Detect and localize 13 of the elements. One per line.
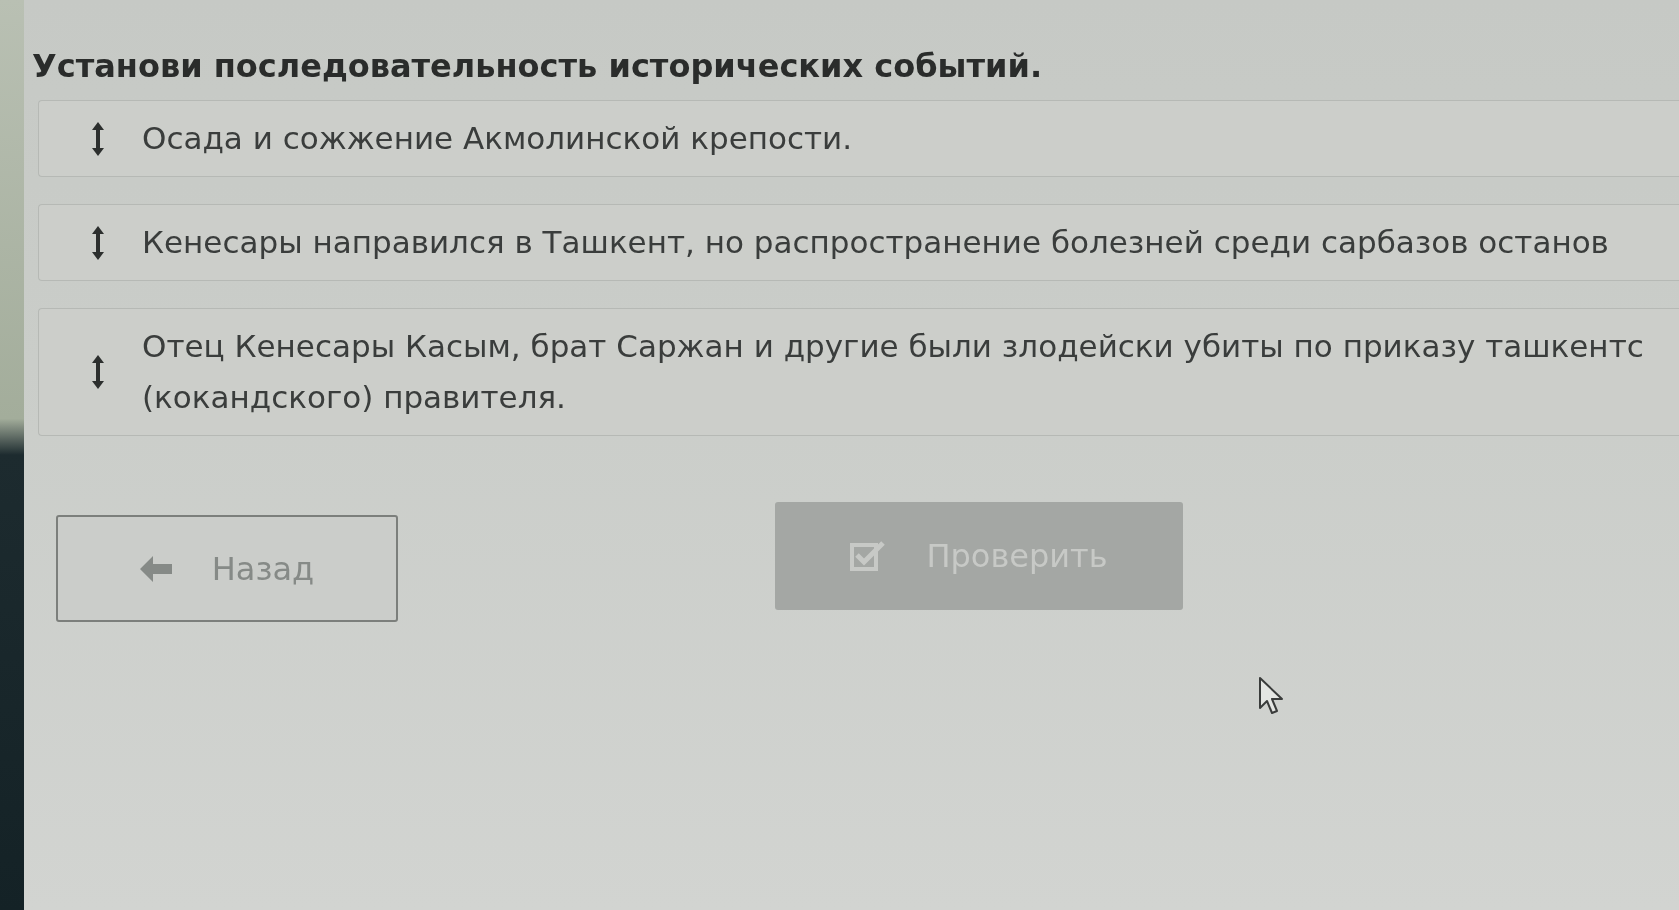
item-text: Кенесары направился в Ташкент, но распространение болезней среди сарбазов останов — [142, 223, 1609, 262]
drag-handle-icon — [91, 355, 105, 389]
item-text: Отец Кенесары Касым, брат Саржан и другие были злодейски убиты по приказу ташкентс (кокандского) правителя. — [142, 327, 1644, 417]
mouse-pointer-icon — [1258, 676, 1284, 716]
checkbox-tick-icon — [850, 541, 887, 571]
item-text: Осада и сожжение Акмолинской крепости. — [142, 119, 853, 158]
sortable-item[interactable]: Кенесары направился в Ташкент, но распространение болезней среди сарбазов останов — [38, 204, 1679, 281]
sortable-item[interactable]: Осада и сожжение Акмолинской крепости. — [38, 100, 1679, 177]
drag-handle-icon — [91, 121, 105, 156]
question-title: Установи последовательность исторических событий. — [32, 46, 1044, 87]
left-arrow-icon — [139, 555, 172, 582]
sortable-item[interactable]: Отец Кенесары Касым, брат Саржан и другие были злодейски убиты по приказу ташкентс (кокандского) правителя. — [38, 308, 1679, 436]
drag-handle-icon — [91, 225, 105, 260]
